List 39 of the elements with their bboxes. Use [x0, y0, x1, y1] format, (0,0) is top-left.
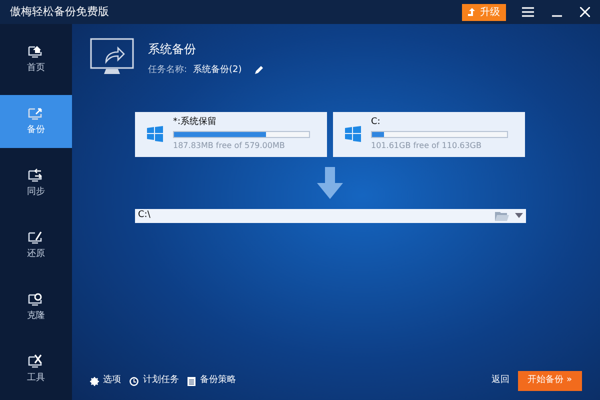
menu-icon[interactable] — [522, 7, 534, 17]
partition-name: *:系统保留 — [173, 116, 218, 129]
sidebar-item[interactable]: 首页 — [0, 33, 72, 86]
schedule-link[interactable]: 计划任务 — [129, 374, 179, 388]
back-button[interactable]: 返回 — [492, 374, 510, 388]
partition-name: C: — [371, 116, 382, 129]
partition-space: 187.83MB free of 579.00MB — [173, 140, 286, 152]
pencil-icon[interactable] — [254, 66, 263, 76]
monitor-share-icon — [90, 38, 134, 76]
task-name: 系统备份(2) — [193, 64, 242, 77]
page-title: 系统备份 — [148, 41, 197, 58]
close-icon[interactable] — [580, 7, 590, 17]
alarm-clock-icon — [129, 376, 139, 386]
options-link[interactable]: 选项 — [90, 374, 121, 388]
window-title: 傲梅轻松备份免费版 — [10, 4, 110, 20]
down-arrow-icon — [317, 166, 343, 198]
clipboard-icon — [187, 376, 196, 386]
dropdown-caret-icon[interactable] — [515, 213, 523, 218]
sidebar-item[interactable]: 还原 — [0, 219, 72, 272]
sidebar-item[interactable]: 同步 — [0, 157, 72, 210]
tools-monitor-icon — [28, 354, 44, 368]
clone-monitor-icon — [28, 292, 44, 306]
destination-field[interactable]: C:\ — [135, 208, 526, 222]
home-monitor-icon — [28, 44, 44, 58]
sidebar-item[interactable]: 克隆 — [0, 281, 72, 334]
task-name-label: 任务名称: — [148, 64, 188, 77]
windows-logo-icon — [147, 126, 163, 142]
gear-icon — [90, 376, 99, 386]
partition-space: 101.61GB free of 110.63GB — [371, 140, 482, 152]
partition-card[interactable]: C: 101.61GB free of 110.63GB — [333, 112, 525, 156]
sync-monitor-icon — [28, 168, 44, 182]
restore-monitor-icon — [28, 230, 44, 244]
upload-arrow-icon — [468, 8, 477, 16]
sidebar-item[interactable]: 工具 — [0, 343, 72, 396]
destination-path: C:\ — [138, 208, 152, 222]
scheme-link[interactable]: 备份策略 — [187, 374, 236, 388]
windows-logo-icon — [345, 126, 361, 142]
backup-monitor-icon — [28, 106, 44, 120]
partition-card[interactable]: *:系统保留 187.83MB free of 579.00MB — [135, 112, 327, 156]
